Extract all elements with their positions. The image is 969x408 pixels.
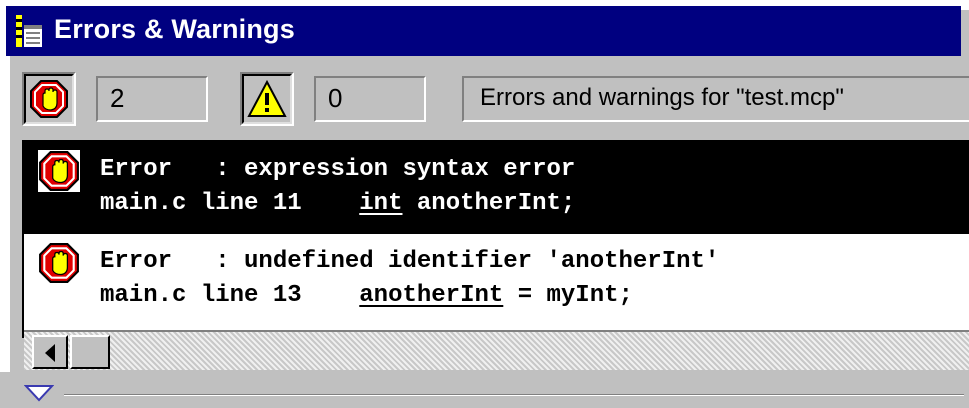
code-highlight: int	[359, 190, 403, 217]
message-line: line 13	[200, 282, 302, 309]
message-description: undefined identifier 'anotherInt'	[244, 248, 720, 275]
code-rest: = myInt;	[503, 282, 633, 309]
message-row-selected[interactable]: Error : expression syntax error main.c l…	[24, 142, 969, 234]
show-errors-button[interactable]	[22, 72, 76, 126]
status-bar	[0, 372, 969, 408]
messages-list[interactable]: Error : expression syntax error main.c l…	[22, 140, 969, 338]
stop-hand-icon	[38, 150, 80, 200]
scroll-left-button[interactable]	[32, 335, 68, 369]
stop-hand-icon	[38, 242, 80, 292]
horizontal-scrollbar[interactable]	[24, 330, 969, 370]
title-bar[interactable]: Errors & Warnings	[6, 6, 961, 56]
message-text: Error : undefined identifier 'anotherInt…	[100, 248, 720, 275]
disclosure-triangle-icon[interactable]	[23, 384, 55, 407]
message-location: main.c line 11 int anotherInt;	[100, 190, 575, 217]
arrow-left-icon	[45, 344, 55, 362]
scroll-thumb[interactable]	[70, 335, 110, 369]
status-message: Errors and warnings for "test.mcp"	[462, 76, 969, 122]
window-title: Errors & Warnings	[54, 14, 295, 44]
show-warnings-button[interactable]	[240, 72, 294, 126]
toolbar: 2 0 Errors and warnings for "test.mcp"	[6, 64, 969, 126]
stop-hand-icon	[30, 80, 68, 118]
message-file: main.c	[100, 282, 187, 309]
message-line: line 11	[200, 190, 302, 217]
document-icon	[16, 15, 42, 47]
divider	[64, 394, 964, 396]
code-highlight: anotherInt	[359, 282, 504, 309]
warning-triangle-icon	[247, 79, 287, 117]
message-kind: Error	[100, 248, 173, 275]
message-text: Error : expression syntax error	[100, 156, 576, 183]
message-description: expression syntax error	[244, 156, 576, 183]
message-file: main.c	[100, 190, 187, 217]
message-location: main.c line 13 anotherInt = myInt;	[100, 282, 633, 309]
warnings-count: 0	[314, 76, 426, 122]
message-row[interactable]: Error : undefined identifier 'anotherInt…	[24, 234, 969, 326]
message-kind: Error	[100, 156, 173, 183]
code-rest: anotherInt;	[402, 190, 576, 217]
errors-count: 2	[96, 76, 208, 122]
